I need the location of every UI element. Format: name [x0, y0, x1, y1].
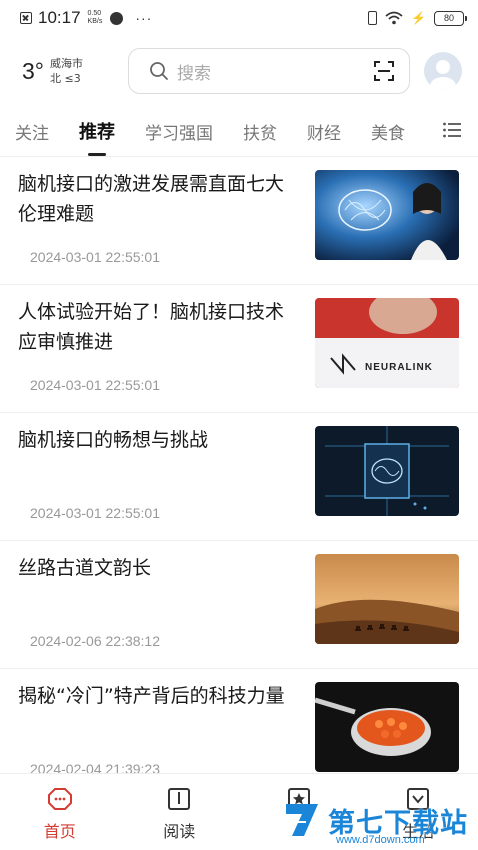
- news-thumbnail[interactable]: [315, 554, 459, 644]
- user-icon: [430, 60, 456, 90]
- battery-indicator: 80: [434, 10, 467, 26]
- book-icon: [168, 788, 191, 810]
- news-feed: 脑机接口的激进发展需直面七大伦理难题 2024-03-01 22:55:01 人…: [0, 157, 478, 773]
- tab-study[interactable]: 学习强国: [145, 119, 213, 144]
- news-item[interactable]: 脑机接口的激进发展需直面七大伦理难题 2024-03-01 22:55:01: [0, 157, 478, 285]
- neuralink-image: NEURALINK: [315, 298, 459, 388]
- more-notifications: ···: [135, 10, 153, 26]
- wifi-icon: [385, 11, 403, 25]
- home-icon: [47, 788, 72, 810]
- charging-icon: ⚡: [411, 11, 426, 25]
- notification-icon: [20, 12, 32, 24]
- news-title[interactable]: 丝路古道文韵长: [18, 553, 288, 583]
- news-title[interactable]: 人体试验开始了！脑机接口技术应审慎推进: [18, 297, 288, 357]
- search-bar[interactable]: 搜索: [128, 48, 410, 94]
- channel-menu-icon[interactable]: [442, 120, 462, 140]
- news-thumbnail[interactable]: [315, 426, 459, 516]
- nav-home-label: 首页: [43, 822, 76, 841]
- desert-caravan-image: [315, 554, 459, 644]
- news-title[interactable]: 揭秘“冷门”特产背后的科技力量: [18, 681, 288, 711]
- weather-widget[interactable]: 3° 威海市 北 ≤3: [22, 56, 122, 86]
- top-header: 3° 威海市 北 ≤3 搜索: [0, 40, 478, 102]
- news-time: 2024-03-01 22:55:01: [30, 505, 160, 521]
- news-title[interactable]: 脑机接口的畅想与挑战: [18, 425, 288, 455]
- net-speed: 0.50 KB/s: [87, 10, 103, 25]
- news-item[interactable]: 脑机接口的畅想与挑战 2024-03-01 22:55:01: [0, 413, 478, 541]
- status-bar: 10:17 0.50 KB/s ··· ⚡ 80: [0, 0, 478, 36]
- neuralink-logo-text: NEURALINK: [365, 362, 433, 373]
- news-time: 2024-02-06 22:38:12: [30, 633, 160, 649]
- news-time: 2024-03-01 22:55:01: [30, 249, 160, 265]
- news-item[interactable]: 揭秘“冷门”特产背后的科技力量 2024-02-04 21:39:23: [0, 669, 478, 773]
- tab-finance[interactable]: 财经: [307, 119, 341, 144]
- watermark-logo-icon: [286, 804, 318, 836]
- nav-read[interactable]: 阅读: [120, 774, 240, 850]
- weather-city: 威海市: [50, 57, 83, 70]
- caviar-image: [315, 682, 459, 772]
- news-thumbnail[interactable]: NEURALINK: [315, 298, 459, 388]
- watermark-url: www.d7down.com: [336, 834, 425, 846]
- tab-follow[interactable]: 关注: [15, 119, 49, 144]
- brain-ai-image: [315, 170, 459, 260]
- news-time: 2024-03-01 22:55:01: [30, 377, 160, 393]
- news-thumbnail[interactable]: [315, 170, 459, 260]
- search-icon: [150, 62, 168, 80]
- tab-poverty-relief[interactable]: 扶贫: [243, 119, 277, 144]
- scan-icon[interactable]: [373, 60, 395, 82]
- nav-home[interactable]: 首页: [0, 774, 120, 850]
- search-placeholder: 搜索: [177, 63, 211, 84]
- news-item[interactable]: 人体试验开始了！脑机接口技术应审慎推进 2024-03-01 22:55:01 …: [0, 285, 478, 413]
- news-item[interactable]: 丝路古道文韵长 2024-02-06 22:38:12: [0, 541, 478, 669]
- news-title[interactable]: 脑机接口的激进发展需直面七大伦理难题: [18, 169, 288, 229]
- app-notification-icon: [110, 11, 124, 25]
- avatar[interactable]: [424, 52, 462, 90]
- news-time: 2024-02-04 21:39:23: [30, 761, 160, 773]
- watermark: 第七下载站 www.d7down.com: [282, 800, 468, 846]
- status-time: 10:17: [38, 8, 81, 27]
- temperature: 3°: [22, 57, 44, 84]
- tab-recommend[interactable]: 推荐: [79, 118, 115, 144]
- brain-chip-image: [315, 426, 459, 516]
- nav-read-label: 阅读: [163, 822, 196, 841]
- tab-food[interactable]: 美食: [371, 119, 405, 144]
- news-thumbnail[interactable]: [315, 682, 459, 772]
- category-tabs: 关注 推荐 学习强国 扶贫 财经 美食: [0, 108, 478, 154]
- weather-wind: 北 ≤3: [50, 72, 81, 85]
- vibrate-icon: [368, 11, 378, 25]
